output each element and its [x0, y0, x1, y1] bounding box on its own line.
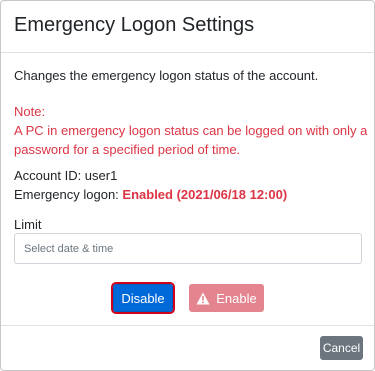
warning-triangle-icon [196, 292, 210, 304]
limit-label: Limit [14, 217, 42, 232]
note-block: Note: A PC in emergency logon status can… [14, 102, 367, 159]
enable-button-label: Enable [216, 290, 257, 306]
dialog-description: Changes the emergency logon status of th… [14, 68, 319, 83]
disable-button[interactable]: Disable [113, 284, 173, 312]
emergency-logon-row: Emergency logon: Enabled (2021/06/18 12:… [14, 185, 287, 204]
emergency-logon-dialog: Emergency Logon Settings Changes the eme… [0, 0, 375, 371]
note-line-2: password for a specified period of time. [14, 142, 241, 157]
account-id-text: Account ID: user1 [14, 168, 118, 183]
dialog-footer [1, 325, 374, 370]
enable-button[interactable]: Enable [189, 284, 264, 312]
dialog-title: Emergency Logon Settings [14, 14, 255, 36]
cancel-button[interactable]: Cancel [320, 336, 363, 360]
note-heading: Note: [14, 104, 46, 119]
note-line-1: A PC in emergency logon status can be lo… [14, 123, 368, 138]
limit-datetime-input[interactable] [14, 233, 362, 264]
emergency-logon-status: Enabled (2021/06/18 12:00) [122, 187, 288, 202]
dialog-header: Emergency Logon Settings [1, 1, 374, 53]
emergency-logon-label: Emergency logon: [14, 187, 119, 202]
